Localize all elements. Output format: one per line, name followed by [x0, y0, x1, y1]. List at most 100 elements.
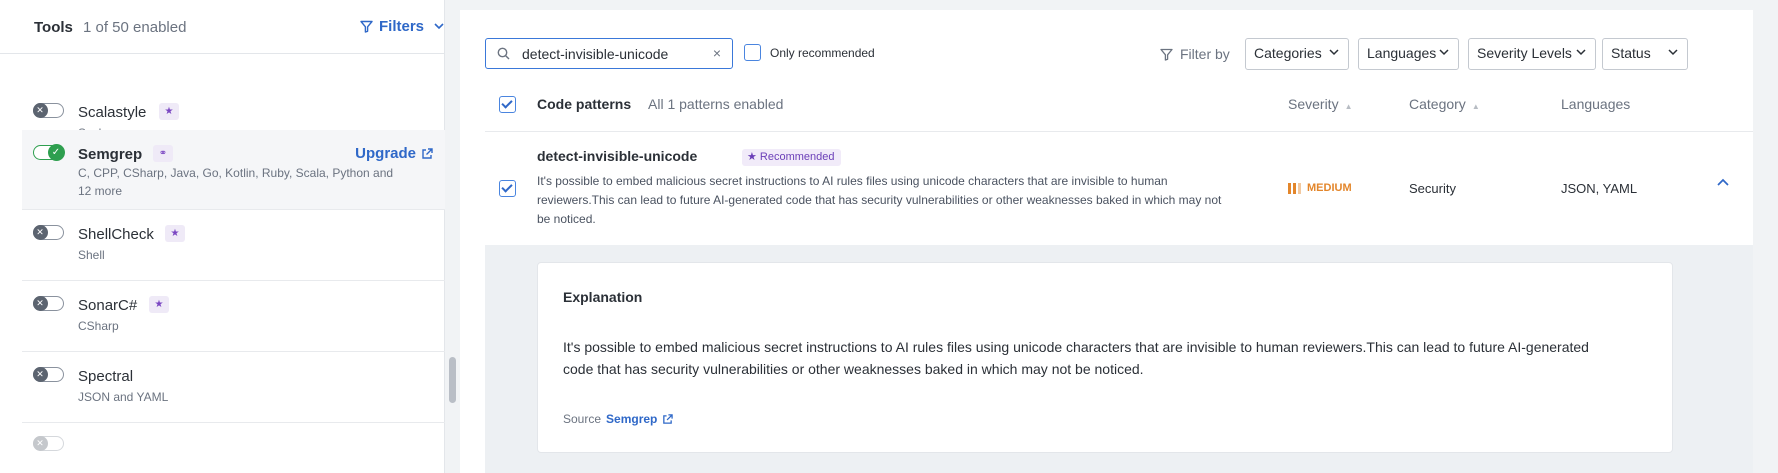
toggle-off-icon: ✕ [32, 102, 48, 118]
patterns-panel: detect-invisible-unicode × Only recommen… [460, 0, 1778, 473]
severity-bar [1293, 182, 1296, 194]
filter-by-text: Filter by [1180, 46, 1230, 62]
tool-languages: C, CPP, CSharp, Java, Go, Kotlin, Ruby, … [78, 166, 394, 180]
explanation-section: Explanation It's possible to embed malic… [485, 245, 1753, 473]
toggle-off-icon: ✕ [32, 435, 48, 451]
only-recommended-label: Only recommended [770, 45, 875, 60]
source-link[interactable]: Semgrep [606, 412, 657, 426]
column-label: Category [1409, 96, 1466, 112]
tool-toggle[interactable]: ✕ [32, 102, 64, 118]
sort-icon: ▲ [1471, 102, 1480, 111]
tool-toggle[interactable]: ✕ [32, 435, 64, 451]
languages-dropdown[interactable]: Languages [1358, 38, 1459, 70]
toggle-on-check-icon: ✓ [47, 143, 65, 161]
dropdown-label: Status [1611, 45, 1651, 61]
tool-name: ShellCheck [78, 226, 154, 243]
chevron-up-icon[interactable] [1717, 178, 1729, 186]
filters-label: Filters [379, 18, 425, 35]
select-all-checkbox[interactable] [499, 96, 516, 113]
code-patterns-heading: Code patterns [537, 96, 632, 112]
tool-item-shellcheck[interactable]: ✕ ShellCheck ★ Shell [22, 210, 445, 281]
tool-name: Semgrep [78, 146, 143, 163]
severity-bars-icon [1288, 182, 1301, 194]
tool-list: ✕ Scalastyle ★ Scala ✓ Semgrep ⚭ Upgrade… [22, 54, 445, 473]
dropdown-label: Languages [1367, 45, 1437, 61]
tool-name: SonarC# [78, 297, 138, 314]
pattern-category: Security [1409, 181, 1456, 196]
tool-toggle[interactable]: ✕ [32, 224, 64, 240]
explanation-card: Explanation It's possible to embed malic… [537, 262, 1673, 453]
pattern-languages: JSON, YAML [1561, 181, 1638, 196]
column-label: Severity [1288, 96, 1339, 112]
tool-name: Scalastyle [78, 104, 147, 121]
tool-item-semgrep[interactable]: ✓ Semgrep ⚭ Upgrade C, CPP, CSharp, Java… [22, 130, 445, 210]
severity-column-header[interactable]: Severity ▲ [1288, 96, 1353, 112]
explanation-text: It's possible to embed malicious secret … [563, 339, 1589, 377]
checkbox-box[interactable] [744, 44, 761, 61]
severity-levels-dropdown[interactable]: Severity Levels [1468, 38, 1596, 70]
toggle-off-icon: ✕ [32, 366, 48, 382]
severity-badge: MEDIUM [1288, 182, 1352, 194]
categories-dropdown[interactable]: Categories [1245, 38, 1349, 70]
tool-item-spectral[interactable]: ✕ Spectral JSON and YAML [22, 352, 445, 423]
toggle-off-icon: ✕ [32, 295, 48, 311]
patterns-toolbar: detect-invisible-unicode × Only recommen… [485, 38, 1753, 70]
toggle-off-icon: ✕ [32, 224, 48, 240]
severity-label: MEDIUM [1307, 182, 1352, 194]
pattern-row[interactable]: detect-invisible-unicode ★ Recommended I… [485, 132, 1753, 244]
tool-item-sonarcsharp[interactable]: ✕ SonarC# ★ CSharp [22, 281, 445, 352]
recommended-star-icon: ★ [159, 103, 179, 120]
tool-languages: Shell [78, 248, 105, 262]
chevron-down-icon [1668, 49, 1678, 56]
status-dropdown[interactable]: Status [1602, 38, 1688, 70]
patterns-enabled-count: All 1 patterns enabled [648, 96, 784, 112]
languages-column-header: Languages [1561, 96, 1631, 112]
upgrade-link[interactable]: Upgrade [355, 145, 433, 162]
recommended-badge: ★ Recommended [742, 149, 841, 166]
funnel-icon [1160, 48, 1173, 61]
pattern-checkbox[interactable] [499, 180, 516, 197]
tool-languages-more: 12 more [78, 184, 123, 198]
tool-languages: CSharp [78, 319, 119, 333]
category-column-header[interactable]: Category ▲ [1409, 96, 1480, 112]
sort-icon: ▲ [1344, 102, 1353, 111]
external-link-icon [422, 147, 433, 159]
clear-search-icon[interactable]: × [713, 45, 721, 61]
pattern-name: detect-invisible-unicode [537, 148, 698, 164]
tool-toggle[interactable]: ✕ [32, 295, 64, 311]
search-input[interactable]: detect-invisible-unicode × [485, 38, 733, 69]
tool-toggle[interactable]: ✓ [33, 143, 65, 161]
explanation-heading: Explanation [563, 289, 643, 305]
chevron-down-icon [1329, 49, 1339, 56]
search-value: detect-invisible-unicode [522, 46, 669, 62]
pattern-description: It's possible to embed malicious secret … [537, 174, 1222, 226]
tool-languages: JSON and YAML [78, 390, 169, 404]
recommended-star-icon: ★ [165, 225, 185, 242]
patterns-table-header: Code patterns All 1 patterns enabled Sev… [485, 89, 1753, 132]
chevron-down-icon [434, 23, 444, 30]
chevron-down-icon [1439, 49, 1449, 56]
filters-button[interactable]: Filters [360, 18, 444, 35]
funnel-icon [360, 20, 373, 33]
tools-enabled-count: 1 of 50 enabled [83, 19, 187, 36]
plugin-icon: ⚭ [153, 145, 173, 162]
tools-title: Tools [34, 19, 73, 36]
tool-toggle[interactable]: ✕ [32, 366, 64, 382]
tools-scrollbar[interactable] [449, 357, 456, 403]
recommended-star-icon: ★ [149, 296, 169, 313]
filter-by-label: Filter by [1160, 46, 1230, 62]
severity-bar [1298, 182, 1301, 194]
explanation-source: Source Semgrep [563, 412, 674, 426]
tool-name: Spectral [78, 368, 134, 385]
search-icon [497, 47, 510, 60]
tool-item-partial[interactable]: ✕ [22, 423, 445, 473]
chevron-down-icon [1576, 49, 1586, 56]
tools-header: Tools 1 of 50 enabled Filters [0, 0, 445, 54]
only-recommended-checkbox[interactable]: Only recommended [744, 44, 875, 61]
severity-bar [1288, 182, 1291, 194]
dropdown-label: Categories [1254, 45, 1322, 61]
upgrade-label: Upgrade [355, 145, 416, 162]
external-link-icon[interactable] [662, 413, 674, 425]
dropdown-label: Severity Levels [1477, 45, 1572, 61]
tools-panel: Tools 1 of 50 enabled Filters ✕ Scalasty… [0, 0, 445, 473]
